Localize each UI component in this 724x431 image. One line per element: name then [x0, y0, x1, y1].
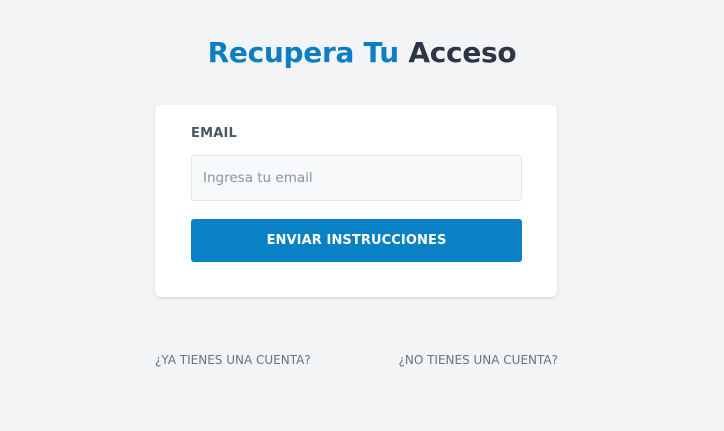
page-title-rest: Acceso [408, 36, 517, 69]
password-recovery-page: Recupera Tu Acceso EMAIL ENVIAR INSTRUCC… [0, 0, 724, 431]
send-instructions-button[interactable]: ENVIAR INSTRUCCIONES [191, 219, 522, 262]
email-input[interactable] [191, 155, 522, 201]
register-link[interactable]: ¿NO TIENES UNA CUENTA? [398, 353, 558, 367]
recovery-form-card: EMAIL ENVIAR INSTRUCCIONES [155, 105, 557, 297]
login-link[interactable]: ¿YA TIENES UNA CUENTA? [155, 353, 311, 367]
page-title: Recupera Tu Acceso [0, 34, 724, 72]
page-title-highlight: Recupera Tu [207, 36, 400, 69]
email-label: EMAIL [191, 126, 237, 141]
